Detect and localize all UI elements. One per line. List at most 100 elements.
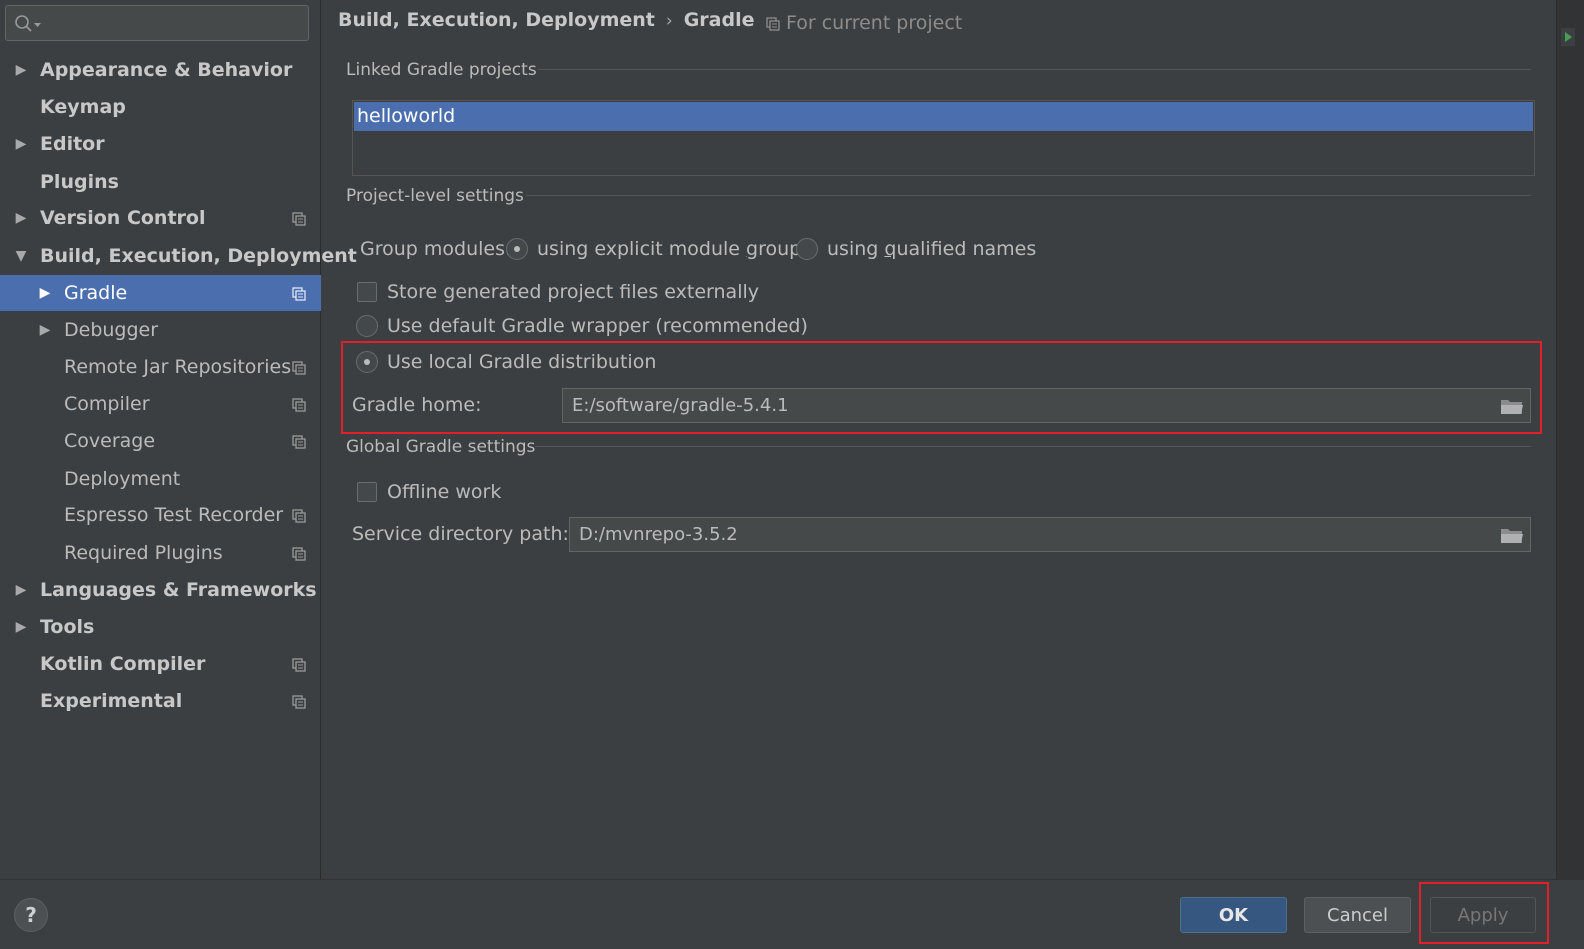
ok-button[interactable]: OK [1180, 897, 1287, 933]
service-dir-field[interactable] [569, 517, 1531, 552]
offline-work-label[interactable]: Offline work [387, 479, 501, 505]
breadcrumb: Build, Execution, Deployment › Gradle [338, 7, 755, 33]
expand-arrow-icon[interactable]: ▶ [13, 572, 29, 608]
sidebar-item-deployment[interactable]: Deployment [0, 461, 321, 497]
expand-arrow-icon[interactable]: ▶ [37, 275, 53, 311]
expand-arrow-icon[interactable]: ▶ [13, 126, 29, 162]
highlight-box-apply [1419, 882, 1549, 944]
sidebar-item-plugins[interactable]: Plugins [0, 164, 321, 200]
expand-arrow-icon[interactable]: ▶ [13, 52, 29, 88]
sidebar-item-label: Compiler [64, 393, 150, 415]
sidebar-item-label: Languages & Frameworks [40, 579, 317, 601]
sidebar-item-languages-frameworks[interactable]: ▶ Languages & Frameworks [0, 572, 321, 608]
section-divider [535, 446, 1531, 447]
project-scope-icon [292, 509, 306, 523]
sidebar-item-label: Build, Execution, Deployment [40, 245, 357, 267]
sidebar-item-experimental[interactable]: Experimental [0, 683, 321, 719]
store-externally-label[interactable]: Store generated project files externally [387, 279, 759, 305]
project-scope-icon [292, 658, 306, 672]
label-part: ualified names [896, 238, 1037, 260]
service-dir-label: Service directory path: [352, 523, 569, 545]
project-scope-icon [292, 695, 306, 709]
project-scope-icon [292, 547, 306, 561]
expand-arrow-icon[interactable]: ▶ [13, 200, 29, 236]
sidebar-item-coverage[interactable]: Coverage [0, 423, 321, 459]
mnemonic-letter: q [884, 238, 897, 260]
sidebar-item-label: Coverage [64, 430, 156, 452]
search-box[interactable] [5, 5, 309, 41]
sidebar-item-appearance-behavior[interactable]: ▶ Appearance & Behavior [0, 52, 321, 88]
default-wrapper-label[interactable]: Use default Gradle wrapper (recommended) [387, 313, 808, 339]
dialog-button-bar: ? OK Cancel Apply [0, 879, 1584, 949]
help-button[interactable]: ? [14, 898, 48, 932]
sidebar-item-build-execution-deployment[interactable]: ▼ Build, Execution, Deployment [0, 238, 357, 274]
list-item[interactable]: helloworld [354, 102, 1533, 131]
sidebar-item-label: Gradle [64, 282, 128, 304]
store-externally-checkbox[interactable] [357, 282, 377, 302]
project-scope-icon [292, 361, 306, 375]
sidebar-item-label: Version Control [40, 207, 206, 229]
group-modules-label: Group modules: [360, 238, 512, 260]
settings-sidebar: ▶ Appearance & Behavior Keymap ▶ Editor … [0, 0, 357, 879]
sidebar-item-label: Deployment [64, 468, 181, 490]
project-scope-icon [292, 287, 306, 301]
collapse-arrow-icon[interactable]: ▼ [13, 238, 29, 274]
sidebar-item-version-control[interactable]: ▶ Version Control [0, 200, 321, 236]
sidebar-item-remote-jar-repositories[interactable]: Remote Jar Repositories [0, 349, 321, 385]
project-scope-icon [292, 212, 306, 226]
section-divider [526, 195, 1531, 196]
sidebar-item-label: Tools [40, 616, 95, 638]
breadcrumb-current: Gradle [683, 9, 755, 31]
sidebar-item-debugger[interactable]: ▶ Debugger [0, 312, 321, 348]
section-divider [538, 69, 1531, 70]
label-part: using explicit module [537, 238, 747, 260]
sidebar-item-label: Kotlin Compiler [40, 653, 206, 675]
tool-window-strip [1556, 0, 1584, 879]
radio-explicit-module-groups[interactable] [506, 238, 528, 260]
breadcrumb-parent[interactable]: Build, Execution, Deployment [338, 9, 655, 31]
folder-icon[interactable] [1500, 526, 1524, 544]
sidebar-item-kotlin-compiler[interactable]: Kotlin Compiler [0, 646, 321, 682]
mnemonic-letter: g [746, 238, 759, 260]
sidebar-item-label: Required Plugins [64, 542, 223, 564]
search-icon [15, 15, 41, 32]
offline-work-checkbox[interactable] [357, 482, 377, 502]
sidebar-item-keymap[interactable]: Keymap [0, 89, 321, 125]
sidebar-item-espresso-test-recorder[interactable]: Espresso Test Recorder [0, 497, 321, 533]
sidebar-item-label: Editor [40, 133, 105, 155]
sidebar-item-label: Debugger [64, 319, 159, 341]
sidebar-item-label: Experimental [40, 690, 183, 712]
project-settings-title: Project-level settings [346, 186, 524, 206]
sidebar-item-required-plugins[interactable]: Required Plugins [0, 535, 321, 571]
radio-explicit-label[interactable]: using explicit module groups [537, 236, 811, 262]
linked-projects-list[interactable]: helloworld [352, 100, 1535, 176]
search-input[interactable] [46, 10, 301, 36]
sidebar-item-label: Espresso Test Recorder [64, 504, 284, 526]
global-settings-title: Global Gradle settings [346, 437, 536, 457]
cancel-button[interactable]: Cancel [1304, 897, 1411, 933]
scope-indicator: For current project [766, 10, 962, 36]
sidebar-item-label: Keymap [40, 96, 126, 118]
run-icon[interactable] [1561, 28, 1575, 46]
radio-qualified-label[interactable]: using qualified names [827, 236, 1036, 262]
sidebar-item-label: Appearance & Behavior [40, 59, 293, 81]
project-scope-icon [292, 435, 306, 449]
radio-qualified-names[interactable] [796, 238, 818, 260]
sidebar-item-label: Remote Jar Repositories [64, 356, 292, 378]
sidebar-item-compiler[interactable]: Compiler [0, 386, 321, 422]
expand-arrow-icon[interactable]: ▶ [13, 609, 29, 645]
sidebar-item-editor[interactable]: ▶ Editor [0, 126, 321, 162]
breadcrumb-separator: › [665, 11, 673, 31]
project-scope-icon [292, 398, 306, 412]
sidebar-item-label: Plugins [40, 171, 119, 193]
project-scope-icon [766, 16, 780, 31]
scope-label: For current project [786, 12, 963, 34]
highlight-box-local-distribution [341, 341, 1542, 434]
expand-arrow-icon[interactable]: ▶ [37, 312, 53, 348]
label-part: using [827, 238, 885, 260]
radio-default-wrapper[interactable] [356, 315, 378, 337]
sidebar-item-tools[interactable]: ▶ Tools [0, 609, 321, 645]
linked-projects-title: Linked Gradle projects [346, 60, 537, 80]
service-dir-input[interactable] [577, 522, 1490, 547]
sidebar-item-gradle[interactable]: ▶ Gradle [0, 275, 321, 311]
